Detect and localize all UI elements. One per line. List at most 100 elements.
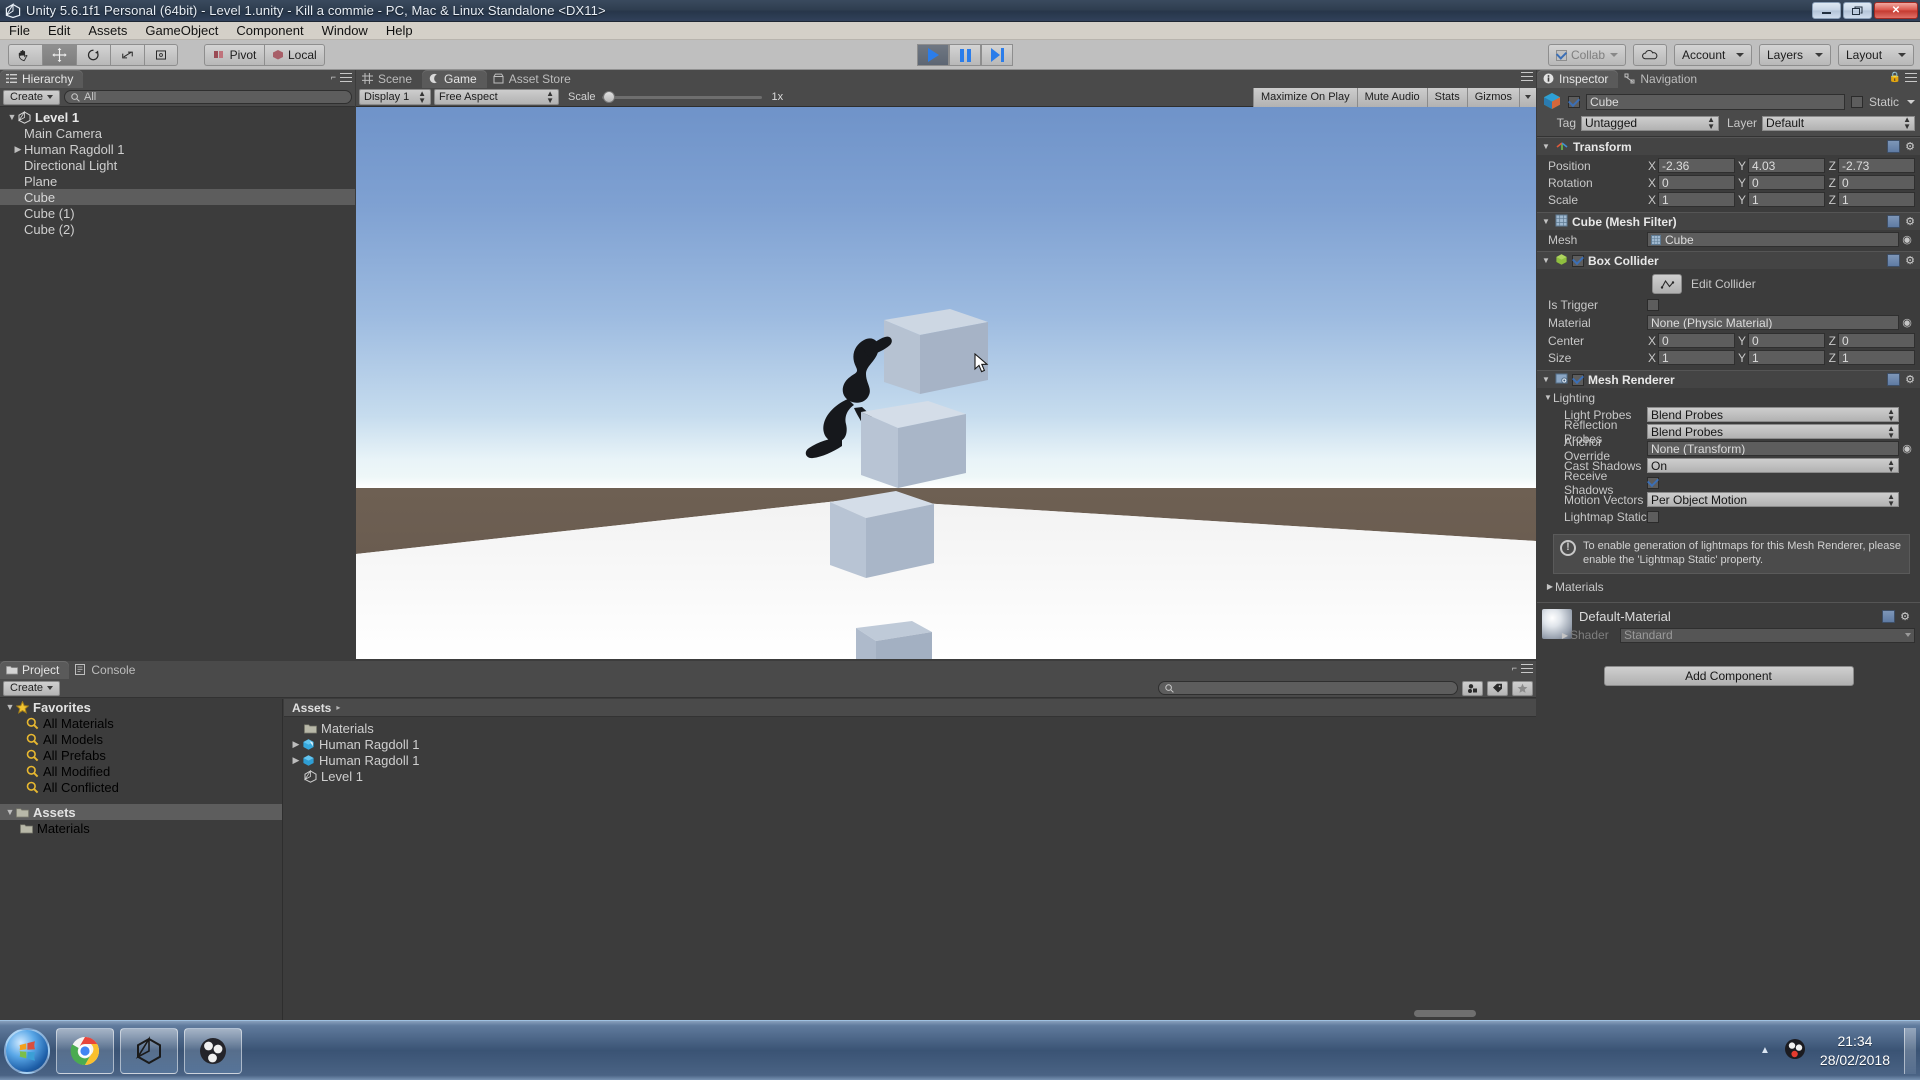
- scale-slider[interactable]: [601, 91, 762, 103]
- lightmap-static-checkbox[interactable]: [1647, 510, 1659, 523]
- hierarchy-item-human-ragdoll-1[interactable]: ▶ Human Ragdoll 1: [0, 141, 355, 157]
- transform-component-header[interactable]: ▼ Transform ⚙: [1537, 137, 1920, 155]
- project-horizontal-scrollbar[interactable]: [568, 1006, 1536, 1020]
- scrollbar-thumb[interactable]: [1414, 1010, 1476, 1017]
- scale-y-input[interactable]: 1: [1748, 192, 1825, 207]
- project-panel-options[interactable]: ⌐: [1512, 663, 1533, 673]
- object-name-input[interactable]: Cube: [1586, 94, 1845, 110]
- favorite-all-modified[interactable]: All Modified: [0, 763, 282, 779]
- mute-audio-button[interactable]: Mute Audio: [1356, 87, 1427, 107]
- anchor-override-field[interactable]: None (Transform): [1647, 441, 1899, 456]
- favorite-all-conflicted[interactable]: All Conflicted: [0, 779, 282, 795]
- assets-group-header[interactable]: ▼ Assets: [0, 804, 282, 820]
- gear-icon[interactable]: ⚙: [1905, 254, 1915, 267]
- hierarchy-panel-options[interactable]: ⌐: [331, 72, 352, 82]
- center-x-input[interactable]: 0: [1658, 333, 1735, 348]
- tab-scene[interactable]: Scene: [356, 70, 423, 88]
- foldout-arrow-icon[interactable]: ▼: [1541, 375, 1551, 384]
- help-icon[interactable]: [1887, 254, 1901, 267]
- tab-console[interactable]: Console: [69, 661, 146, 679]
- local-button[interactable]: Local: [264, 43, 325, 66]
- filter-by-label-button[interactable]: [1487, 680, 1508, 696]
- hierarchy-item-directional-light[interactable]: Directional Light: [0, 157, 355, 173]
- tab-navigation[interactable]: Navigation: [1618, 70, 1708, 88]
- panel-menu-icon[interactable]: [1521, 663, 1533, 673]
- light-probes-dropdown[interactable]: Blend Probes ▲ ▼: [1647, 407, 1899, 422]
- lock-icon[interactable]: ⌐: [331, 72, 336, 82]
- tab-asset-store[interactable]: Asset Store: [486, 70, 581, 88]
- center-z-input[interactable]: 0: [1838, 333, 1915, 348]
- hierarchy-create-button[interactable]: Create: [3, 89, 61, 105]
- tab-hierarchy[interactable]: Hierarchy: [0, 70, 84, 88]
- game-render-surface[interactable]: [356, 107, 1536, 659]
- pivot-button[interactable]: Pivot: [204, 43, 264, 66]
- menu-window[interactable]: Window: [313, 22, 377, 40]
- tab-project[interactable]: Project: [0, 661, 70, 679]
- maximize-on-play-button[interactable]: Maximize On Play: [1252, 87, 1357, 107]
- asset-row-level-1[interactable]: Level 1: [284, 768, 1536, 784]
- menu-file[interactable]: File: [0, 22, 39, 40]
- project-search-input[interactable]: [1158, 681, 1458, 695]
- hierarchy-item-main-camera[interactable]: Main Camera: [0, 125, 355, 141]
- gameobject-enabled-checkbox[interactable]: [1568, 96, 1580, 108]
- foldout-arrow-icon[interactable]: ▶: [290, 739, 302, 750]
- step-button[interactable]: [981, 44, 1013, 66]
- project-create-button[interactable]: Create: [3, 680, 61, 696]
- taskbar-unity-button[interactable]: [120, 1027, 178, 1074]
- size-x-input[interactable]: 1: [1658, 350, 1735, 365]
- gizmos-button[interactable]: Gizmos: [1466, 87, 1519, 107]
- layout-button[interactable]: Layout: [1838, 44, 1914, 66]
- rotate-tool-button[interactable]: [76, 43, 110, 66]
- foldout-arrow-icon[interactable]: ▼: [4, 702, 16, 712]
- lock-icon[interactable]: 🔒: [1889, 72, 1901, 83]
- foldout-arrow-icon[interactable]: ▼: [1541, 142, 1551, 151]
- minimize-button[interactable]: [1812, 2, 1841, 19]
- play-button[interactable]: [917, 44, 949, 66]
- tag-dropdown[interactable]: Untagged ▲ ▼: [1581, 115, 1719, 131]
- asset-row-human-ragdoll-1-b[interactable]: ▶ Human Ragdoll 1: [284, 752, 1536, 768]
- menu-edit[interactable]: Edit: [39, 22, 79, 40]
- edit-collider-button[interactable]: [1652, 274, 1682, 294]
- size-z-input[interactable]: 1: [1838, 350, 1915, 365]
- static-checkbox[interactable]: [1850, 96, 1863, 108]
- foldout-arrow-icon[interactable]: ▼: [6, 112, 18, 122]
- scale-x-input[interactable]: 1: [1658, 192, 1735, 207]
- favorite-all-prefabs[interactable]: All Prefabs: [0, 747, 282, 763]
- object-picker-icon[interactable]: ◉: [1899, 442, 1915, 455]
- hierarchy-item-cube-1[interactable]: Cube (1): [0, 205, 355, 221]
- reflection-probes-dropdown[interactable]: Blend Probes ▲ ▼: [1647, 424, 1899, 439]
- motion-vectors-dropdown[interactable]: Per Object Motion ▲ ▼: [1647, 492, 1899, 507]
- asset-row-human-ragdoll-1-a[interactable]: ▶ Human Ragdoll 1: [284, 736, 1536, 752]
- gear-icon[interactable]: ⚙: [1905, 373, 1915, 386]
- rect-tool-button[interactable]: [144, 43, 178, 66]
- add-component-button[interactable]: Add Component: [1603, 665, 1854, 686]
- help-icon[interactable]: [1882, 609, 1896, 623]
- layers-button[interactable]: Layers: [1759, 44, 1831, 66]
- help-icon[interactable]: [1887, 373, 1901, 386]
- collider-material-field[interactable]: None (Physic Material): [1647, 315, 1899, 330]
- mesh-object-field[interactable]: Cube: [1647, 232, 1899, 247]
- account-button[interactable]: Account: [1674, 44, 1752, 66]
- inspector-panel-options[interactable]: 🔒: [1889, 72, 1917, 83]
- shader-dropdown[interactable]: Standard: [1620, 627, 1915, 643]
- asset-row-materials[interactable]: Materials: [284, 720, 1536, 736]
- show-desktop-button[interactable]: [1904, 1027, 1916, 1074]
- rotation-x-input[interactable]: 0: [1658, 175, 1735, 190]
- hierarchy-item-level-1[interactable]: ▼ Level 1: [0, 109, 355, 125]
- receive-shadows-checkbox[interactable]: [1647, 476, 1659, 489]
- hierarchy-search-input[interactable]: All: [64, 90, 352, 104]
- center-y-input[interactable]: 0: [1748, 333, 1825, 348]
- foldout-arrow-icon[interactable]: ▶: [290, 755, 302, 766]
- foldout-arrow-icon[interactable]: ▼: [1543, 393, 1553, 402]
- position-x-input[interactable]: -2.36: [1658, 158, 1735, 173]
- collab-button[interactable]: Collab: [1547, 44, 1626, 66]
- menu-help[interactable]: Help: [377, 22, 422, 40]
- gear-icon[interactable]: ⚙: [1905, 215, 1915, 228]
- mesh-renderer-enabled-checkbox[interactable]: [1572, 373, 1584, 386]
- panel-menu-icon[interactable]: [340, 72, 352, 82]
- display-dropdown[interactable]: Display 1 ▲ ▼: [359, 89, 431, 105]
- taskbar-obs-button[interactable]: [184, 1027, 242, 1074]
- tab-inspector[interactable]: Inspector: [1537, 70, 1619, 88]
- close-button[interactable]: ✕: [1874, 2, 1918, 19]
- position-y-input[interactable]: 4.03: [1748, 158, 1825, 173]
